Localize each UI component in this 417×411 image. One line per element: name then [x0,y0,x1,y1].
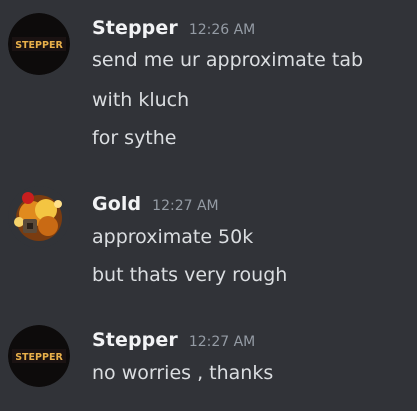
avatar-gold[interactable] [8,186,70,248]
message-text: approximate 50k [92,226,254,248]
avatar-stepper[interactable]: STEPPER [8,325,70,387]
message-timestamp[interactable]: 12:27 AM [189,334,255,350]
message-text: no worries , thanks [92,362,274,384]
svg-text:STEPPER: STEPPER [15,352,63,363]
message-header: Stepper 12:26 AM [92,17,255,39]
message-timestamp[interactable]: 12:26 AM [189,22,255,38]
message-text: send me ur approximate tab [92,49,364,71]
author-name[interactable]: Stepper [92,17,178,39]
message-text: with kluch [92,89,190,111]
svg-text:STEPPER: STEPPER [15,40,63,51]
message-text: for sythe [92,127,177,149]
author-name[interactable]: Stepper [92,329,178,351]
avatar-stepper[interactable]: STEPPER [8,13,70,75]
message-header: Stepper 12:27 AM [92,329,255,351]
author-name[interactable]: Gold [92,193,141,215]
message-timestamp[interactable]: 12:27 AM [152,198,218,214]
message-text: but thats very rough [92,264,288,286]
message-header: Gold 12:27 AM [92,193,219,215]
